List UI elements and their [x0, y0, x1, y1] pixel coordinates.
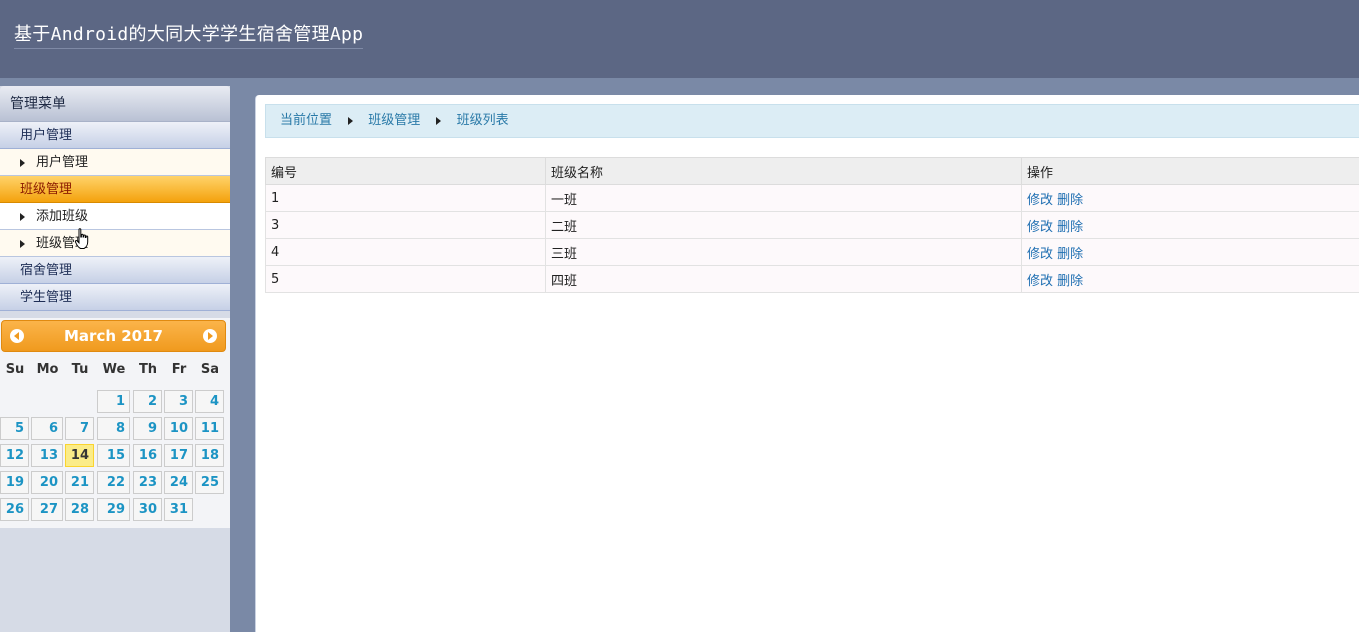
calendar-day[interactable]: 10: [164, 417, 193, 440]
cell-id: 5: [265, 265, 546, 293]
calendar-day[interactable]: 15: [97, 444, 130, 467]
table-row: 4 三班 修改 删除: [265, 238, 1359, 266]
cell-name: 一班: [545, 184, 1022, 212]
app-header: 基于Android的大同大学学生宿舍管理App: [0, 0, 1359, 78]
calendar-day[interactable]: 18: [195, 444, 224, 467]
calendar-day[interactable]: 12: [0, 444, 29, 467]
cell-actions: 修改 删除: [1021, 265, 1359, 293]
calendar-day[interactable]: 28: [65, 498, 94, 521]
cell-name: 三班: [545, 238, 1022, 266]
delete-link[interactable]: 删除: [1057, 274, 1083, 289]
calendar-day-today[interactable]: 14: [65, 444, 94, 467]
calendar-day[interactable]: 17: [164, 444, 193, 467]
sidebar-item-label: 添加班级: [36, 209, 89, 224]
delete-link[interactable]: 删除: [1057, 247, 1083, 262]
calendar-day[interactable]: 7: [65, 417, 94, 440]
calendar-weekday: Su: [5, 362, 25, 377]
calendar-day[interactable]: 16: [133, 444, 162, 467]
next-month-icon[interactable]: [203, 329, 217, 343]
calendar-day[interactable]: 4: [195, 390, 224, 413]
cell-name: 二班: [545, 211, 1022, 239]
sidebar-group-class[interactable]: 班级管理: [0, 176, 230, 203]
calendar-weekday: We: [102, 362, 126, 377]
calendar-day[interactable]: 24: [164, 471, 193, 494]
cell-id: 4: [265, 238, 546, 266]
calendar-day[interactable]: 5: [0, 417, 29, 440]
calendar-day[interactable]: 1: [97, 390, 130, 413]
sidebar-item-add-class[interactable]: 添加班级: [0, 203, 230, 230]
edit-link[interactable]: 修改: [1027, 274, 1053, 289]
calendar-weekday: Tu: [71, 362, 89, 377]
app-title: 基于Android的大同大学学生宿舍管理App: [14, 20, 364, 49]
column-header-name: 班级名称: [545, 157, 1022, 185]
breadcrumb-item[interactable]: 班级管理: [368, 113, 420, 128]
calendar-day[interactable]: 22: [97, 471, 130, 494]
delete-link[interactable]: 删除: [1057, 193, 1083, 208]
breadcrumb: 当前位置 班级管理 班级列表: [265, 104, 1359, 138]
calendar-day[interactable]: 21: [65, 471, 94, 494]
column-header-id: 编号: [265, 157, 546, 185]
sidebar-item-label: 用户管理: [36, 155, 89, 170]
breadcrumb-arrow-icon: [436, 116, 442, 125]
calendar-day[interactable]: 20: [31, 471, 63, 494]
calendar-weekday: Fr: [171, 362, 187, 377]
calendar-day[interactable]: 2: [133, 390, 162, 413]
table-header-row: 编号 班级名称 操作: [265, 157, 1359, 185]
cell-actions: 修改 删除: [1021, 184, 1359, 212]
calendar-weekday: Th: [138, 362, 158, 377]
cell-actions: 修改 删除: [1021, 238, 1359, 266]
calendar-day[interactable]: 19: [0, 471, 29, 494]
calendar-day[interactable]: 27: [31, 498, 63, 521]
cell-id: 1: [265, 184, 546, 212]
sidebar-group-dorm[interactable]: 宿舍管理: [0, 257, 230, 284]
calendar-header: March 2017: [1, 320, 226, 352]
column-header-actions: 操作: [1021, 157, 1359, 185]
triangle-right-icon: [20, 213, 25, 221]
calendar-weekday: Sa: [200, 362, 220, 377]
calendar-day[interactable]: 3: [164, 390, 193, 413]
breadcrumb-item[interactable]: 当前位置: [280, 113, 332, 128]
sidebar-group-student[interactable]: 学生管理: [0, 284, 230, 311]
class-table: 编号 班级名称 操作 1 一班 修改 删除 3 二班 修改 删除 4 三班 修改…: [265, 157, 1359, 293]
calendar-day[interactable]: 6: [31, 417, 63, 440]
table-row: 3 二班 修改 删除: [265, 211, 1359, 239]
calendar-day[interactable]: 25: [195, 471, 224, 494]
calendar-month-label: March 2017: [64, 327, 163, 345]
calendar-widget: March 2017 Su Mo Tu We Th Fr Sa 1 2 3 4 5 6 7 8 9 10 11 1…: [0, 318, 230, 528]
sidebar: 管理菜单 用户管理 用户管理 班级管理 添加班级 班级管理 宿舍管理 学生管理 …: [0, 86, 230, 632]
sidebar-menu-title: 管理菜单: [0, 86, 230, 122]
triangle-right-icon: [20, 159, 25, 167]
table-row: 1 一班 修改 删除: [265, 184, 1359, 212]
calendar-day[interactable]: 29: [97, 498, 130, 521]
sidebar-group-user[interactable]: 用户管理: [0, 122, 230, 149]
calendar-day[interactable]: 26: [0, 498, 29, 521]
edit-link[interactable]: 修改: [1027, 220, 1053, 235]
delete-link[interactable]: 删除: [1057, 220, 1083, 235]
calendar-day[interactable]: 23: [133, 471, 162, 494]
calendar-day[interactable]: 31: [164, 498, 193, 521]
cell-id: 3: [265, 211, 546, 239]
sidebar-item-user-manage[interactable]: 用户管理: [0, 149, 230, 176]
edit-link[interactable]: 修改: [1027, 193, 1053, 208]
hand-pointer-cursor-icon: [74, 228, 89, 249]
cell-name: 四班: [545, 265, 1022, 293]
calendar-weekday: Mo: [36, 362, 59, 377]
breadcrumb-item[interactable]: 班级列表: [457, 113, 509, 128]
cell-actions: 修改 删除: [1021, 211, 1359, 239]
calendar-day[interactable]: 30: [133, 498, 162, 521]
calendar-day[interactable]: 13: [31, 444, 63, 467]
calendar-day[interactable]: 11: [195, 417, 224, 440]
table-row: 5 四班 修改 删除: [265, 265, 1359, 293]
calendar-day[interactable]: 9: [133, 417, 162, 440]
main-content: 当前位置 班级管理 班级列表 编号 班级名称 操作 1 一班 修改 删除 3 二…: [255, 95, 1359, 632]
sidebar-item-class-manage[interactable]: 班级管理: [0, 230, 230, 257]
calendar-day[interactable]: 8: [97, 417, 130, 440]
edit-link[interactable]: 修改: [1027, 247, 1053, 262]
breadcrumb-arrow-icon: [348, 116, 354, 125]
triangle-right-icon: [20, 240, 25, 248]
